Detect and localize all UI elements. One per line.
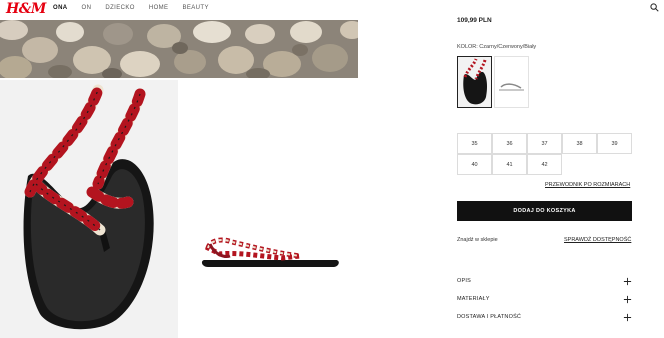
nav-item-dziecko[interactable]: DZIECKO <box>105 5 134 11</box>
accordion-label: MATERIAŁY <box>457 296 490 302</box>
hm-logo[interactable]: H&M <box>6 1 46 17</box>
size-option[interactable]: 41 <box>492 154 527 175</box>
check-availability-link[interactable]: SPRAWDŹ DOSTĘPNOŚĆ <box>564 237 631 243</box>
size-option[interactable]: 40 <box>457 154 492 175</box>
color-swatch-selected[interactable] <box>457 56 492 108</box>
pebbles-photo <box>0 20 358 78</box>
top-bar: H&M ONA ON DZIECKO HOME BEAUTY <box>0 0 664 20</box>
size-guide-link[interactable]: PRZEWODNIK PO ROZMIARACH <box>545 182 630 188</box>
main-nav: ONA ON DZIECKO HOME BEAUTY <box>53 5 223 11</box>
nav-item-beauty[interactable]: BEAUTY <box>182 5 208 11</box>
color-swatch-alternate[interactable] <box>494 56 529 108</box>
nav-item-ona[interactable]: ONA <box>53 5 68 11</box>
size-option[interactable]: 42 <box>527 154 562 175</box>
add-to-bag-button[interactable]: DODAJ DO KOSZYKA <box>457 201 632 221</box>
accordion-delivery-payment[interactable]: DOSTAWA I PŁATNOŚĆ <box>457 312 632 324</box>
accordion-materials[interactable]: MATERIAŁY <box>457 294 632 306</box>
plus-icon <box>623 277 632 286</box>
size-option[interactable]: 36 <box>492 133 527 154</box>
plus-icon <box>623 295 632 304</box>
product-image-main[interactable] <box>0 80 178 338</box>
nav-item-on[interactable]: ON <box>82 5 92 11</box>
size-option[interactable]: 35 <box>457 133 492 154</box>
product-image-side[interactable] <box>180 80 358 338</box>
accordion-label: DOSTAWA I PŁATNOŚĆ <box>457 314 522 320</box>
size-option[interactable]: 37 <box>527 133 562 154</box>
nav-item-home[interactable]: HOME <box>149 5 169 11</box>
color-label: KOLOR: Czarny/Czerwony/Biały <box>457 44 537 50</box>
plus-icon <box>623 313 632 322</box>
size-option[interactable]: 39 <box>597 133 632 154</box>
accordion-description[interactable]: OPIS <box>457 276 632 288</box>
find-in-store-label: Znajdź w sklepie <box>457 237 498 243</box>
search-icon[interactable] <box>650 3 659 12</box>
product-price: 109,99 PLN <box>457 17 492 24</box>
size-option[interactable]: 38 <box>562 133 597 154</box>
accordion-label: OPIS <box>457 278 471 284</box>
